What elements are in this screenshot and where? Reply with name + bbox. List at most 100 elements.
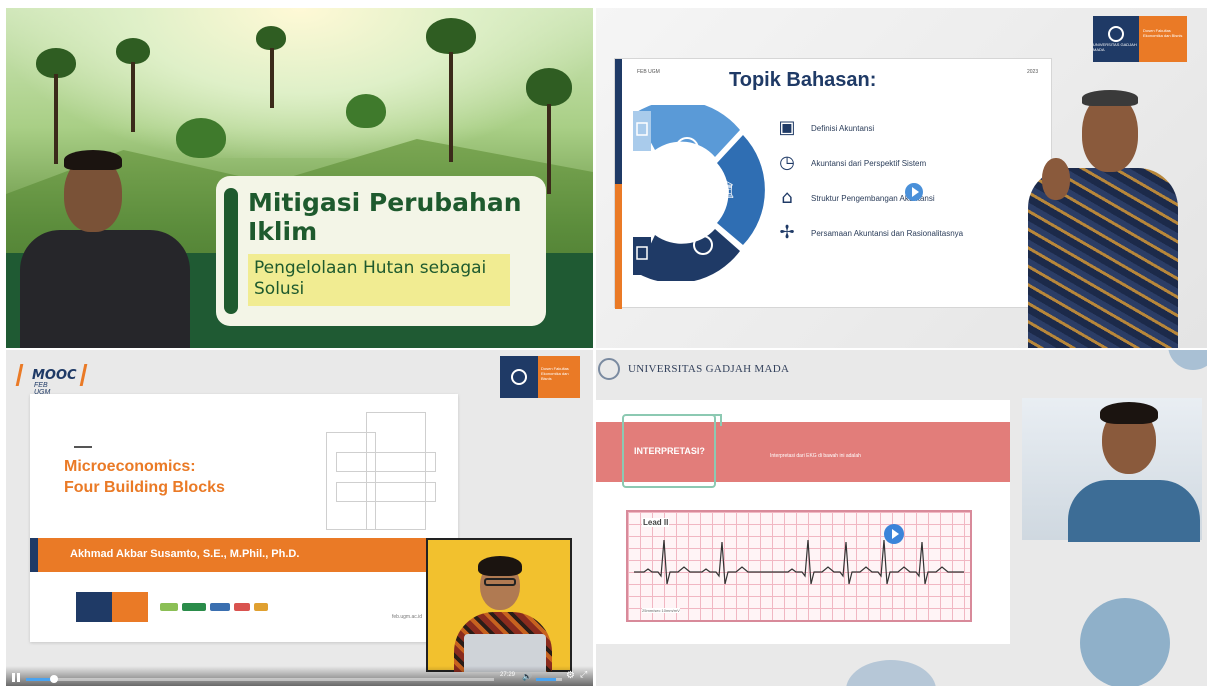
mooc-label: MOOC bbox=[32, 368, 77, 383]
topic-wheel-diagram: 🏛 bbox=[633, 105, 765, 281]
sponsor-logo bbox=[160, 603, 178, 611]
video-tile-accounting[interactable]: UNIVERSITAS GADJAH MADA Dosen Fakultas E… bbox=[596, 8, 1207, 348]
sponsor-logos bbox=[160, 600, 290, 614]
institution-building-icon: 🏛 bbox=[713, 179, 736, 200]
ugm-logo bbox=[500, 356, 538, 398]
logo-text: UNIVERSITAS GADJAH MADA bbox=[1093, 42, 1137, 52]
document-search-icon: ▣ bbox=[778, 117, 796, 138]
tree-trunk bbox=[131, 62, 135, 132]
institution-building-icon: ⌂ bbox=[781, 187, 793, 208]
topic-item-1: ▣ Definisi Akuntansi bbox=[775, 117, 874, 139]
topic-label: Persamaan Akuntansi dan Rasionalitasnya bbox=[811, 228, 964, 238]
slide: FEB UGM 2023 Topik Bahasan: 🏛 ▣ Definisi… bbox=[614, 58, 1052, 309]
presenter-glasses bbox=[484, 578, 516, 586]
settings-gear-icon[interactable]: ⚙ bbox=[566, 670, 575, 681]
video-grid: Mitigasi Perubahan Iklim Pengelolaan Hut… bbox=[0, 0, 1209, 686]
tree-trunk bbox=[54, 74, 58, 164]
play-button[interactable] bbox=[884, 524, 904, 544]
slide-header-right: 2023 bbox=[1027, 69, 1039, 75]
ugm-logo bbox=[76, 592, 112, 622]
time-label: 27:29 bbox=[500, 672, 516, 678]
slide-title: Topik Bahasan: bbox=[729, 69, 877, 91]
title-dash bbox=[74, 446, 92, 448]
slide: Microeconomics: Four Building Blocks Akh… bbox=[30, 394, 458, 642]
presenter-hand bbox=[1042, 158, 1070, 200]
tree-trunk bbox=[547, 104, 551, 194]
topic-item-2: ◷ Akuntansi dari Perspektif Sistem bbox=[775, 152, 926, 174]
slide: Interpretasi dari EKG di bawah ini adala… bbox=[596, 400, 1010, 644]
presenter-scrubs bbox=[1068, 480, 1200, 542]
decor-circle bbox=[846, 660, 936, 686]
ugm-feb-logo: Dosen Fakultas Ekonomika dan Bisnis bbox=[500, 356, 580, 398]
sponsor-logo bbox=[254, 603, 268, 611]
network-hub-icon: ✢ bbox=[779, 222, 795, 243]
ecg-strip: Lead II 25mm/sec 10mm/mV bbox=[626, 510, 972, 622]
author-band-cap bbox=[30, 538, 38, 572]
sponsor-logo bbox=[234, 603, 250, 611]
presenter-hair bbox=[1082, 90, 1138, 106]
tree bbox=[256, 26, 286, 50]
play-button[interactable] bbox=[905, 183, 923, 201]
slide-title: Microeconomics: Four Building Blocks bbox=[64, 456, 324, 498]
logo-text: Dosen Fakultas Ekonomika dan Bisnis bbox=[541, 366, 569, 381]
fullscreen-icon[interactable]: ⤢ bbox=[580, 670, 587, 680]
presenter-hair bbox=[478, 556, 522, 576]
slide-side-bar bbox=[615, 59, 622, 309]
tree-trunk bbox=[270, 48, 274, 108]
building-line bbox=[336, 452, 436, 472]
ecg-waveform bbox=[634, 539, 964, 585]
title-accent-bar bbox=[224, 188, 238, 314]
mooc-logo-bar bbox=[15, 364, 24, 386]
ugm-logo: UNIVERSITAS GADJAH MADA bbox=[1093, 16, 1139, 62]
volume-fill bbox=[536, 678, 556, 681]
tree bbox=[426, 18, 476, 54]
ugm-feb-logo: UNIVERSITAS GADJAH MADA Dosen Fakultas E… bbox=[1093, 16, 1187, 62]
title-card: Mitigasi Perubahan Iklim Pengelolaan Hut… bbox=[216, 176, 546, 326]
footer-logo bbox=[76, 592, 148, 622]
slide-url: feb.ugm.ac.id bbox=[392, 614, 423, 620]
wheel-segment bbox=[633, 237, 651, 275]
tree bbox=[526, 68, 572, 106]
logo-text: Dosen Fakultas Ekonomika dan Bisnis bbox=[1143, 28, 1183, 38]
author-name: Akhmad Akbar Susamto, S.E., M.Phil., Ph.… bbox=[70, 548, 300, 560]
presenter-webcam bbox=[426, 538, 572, 672]
feb-logo bbox=[112, 592, 148, 622]
ugm-seal-icon bbox=[598, 358, 620, 380]
volume-icon[interactable]: 🔊 bbox=[522, 672, 532, 681]
progress-thumb[interactable] bbox=[50, 675, 59, 683]
feb-logo: Dosen Fakultas Ekonomika dan Bisnis bbox=[538, 356, 580, 398]
building-line bbox=[326, 432, 376, 530]
volume-slider[interactable] bbox=[536, 678, 562, 681]
university-header: UNIVERSITAS GADJAH MADA bbox=[596, 358, 789, 380]
video-tile-ecg[interactable]: UNIVERSITAS GADJAH MADA Interpretasi dar… bbox=[596, 350, 1207, 686]
tree bbox=[176, 118, 226, 158]
sky-background bbox=[6, 8, 593, 158]
topic-label: Definisi Akuntansi bbox=[811, 123, 875, 133]
slide-header-left: FEB UGM bbox=[637, 69, 660, 75]
tree-trunk bbox=[449, 52, 453, 162]
university-name: UNIVERSITAS GADJAH MADA bbox=[628, 363, 790, 375]
interpretation-label: INTERPRETASI? bbox=[634, 446, 705, 456]
ecg-trace bbox=[634, 539, 964, 585]
tree bbox=[346, 94, 386, 128]
presenter-hair bbox=[64, 150, 122, 170]
video-tile-microeconomics[interactable]: MOOC FEB UGM Dosen Fakultas Ekonomika da… bbox=[6, 350, 593, 686]
ecg-calibration-label: 25mm/sec 10mm/mV bbox=[642, 608, 680, 613]
wheel-segment bbox=[637, 229, 740, 281]
topic-label: Akuntansi dari Perspektif Sistem bbox=[811, 158, 927, 168]
slide-title: Mitigasi Perubahan Iklim bbox=[248, 188, 522, 246]
building-line bbox=[336, 482, 436, 502]
slide-subtitle: Pengelolaan Hutan sebagai Solusi bbox=[248, 254, 510, 306]
lead-label: Lead II bbox=[642, 518, 670, 527]
video-controls: 27:29 🔊 ⚙ ⤢ bbox=[6, 666, 593, 686]
video-tile-climate[interactable]: Mitigasi Perubahan Iklim Pengelolaan Hut… bbox=[6, 8, 593, 348]
sponsor-logo bbox=[182, 603, 206, 611]
pause-icon[interactable] bbox=[12, 673, 20, 682]
ugm-seal-icon bbox=[1108, 26, 1124, 42]
topic-item-4: ✢ Persamaan Akuntansi dan Rasionalitasny… bbox=[775, 222, 963, 244]
progress-bar[interactable] bbox=[26, 675, 494, 683]
feb-logo: Dosen Fakultas Ekonomika dan Bisnis bbox=[1139, 16, 1187, 62]
decor-circle bbox=[1168, 350, 1207, 370]
slide-title-line: Four Building Blocks bbox=[64, 479, 225, 496]
presenter-webcam bbox=[1022, 398, 1202, 542]
